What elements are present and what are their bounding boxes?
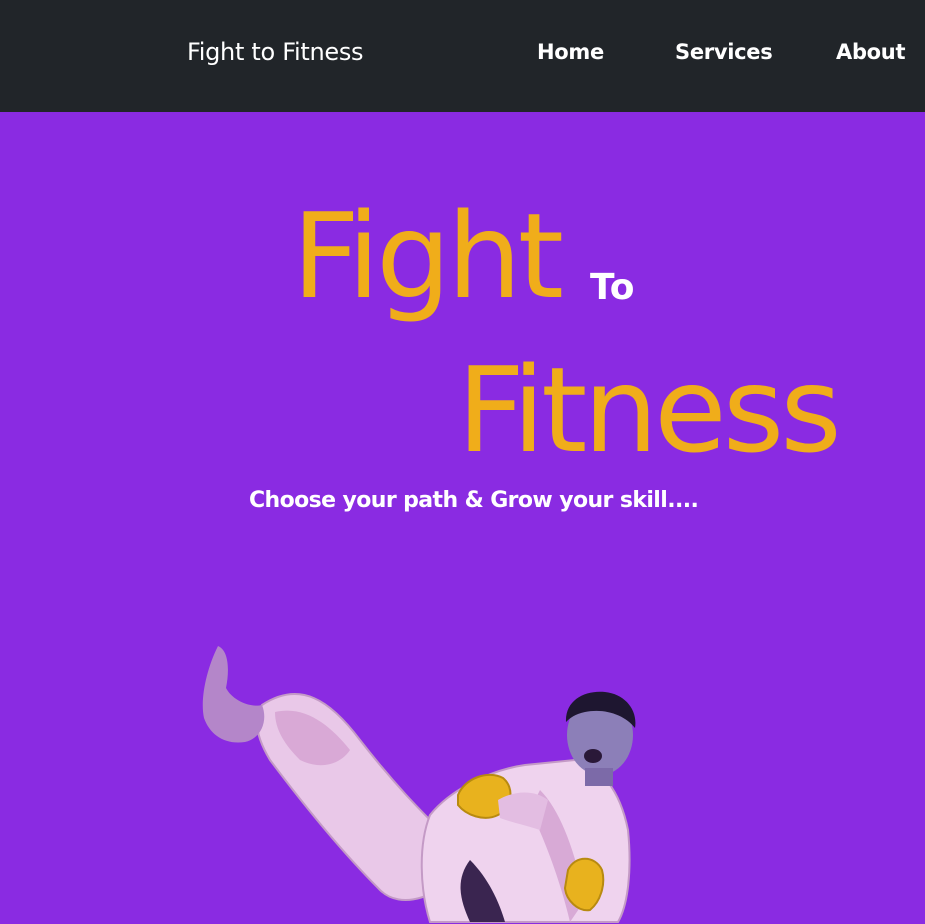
karate-kick-fighter-image xyxy=(202,646,636,923)
fighter-neck xyxy=(585,768,613,786)
fighter-glove-right xyxy=(563,857,605,912)
fighter-foot xyxy=(202,646,265,743)
fighter-mouth xyxy=(584,749,602,763)
